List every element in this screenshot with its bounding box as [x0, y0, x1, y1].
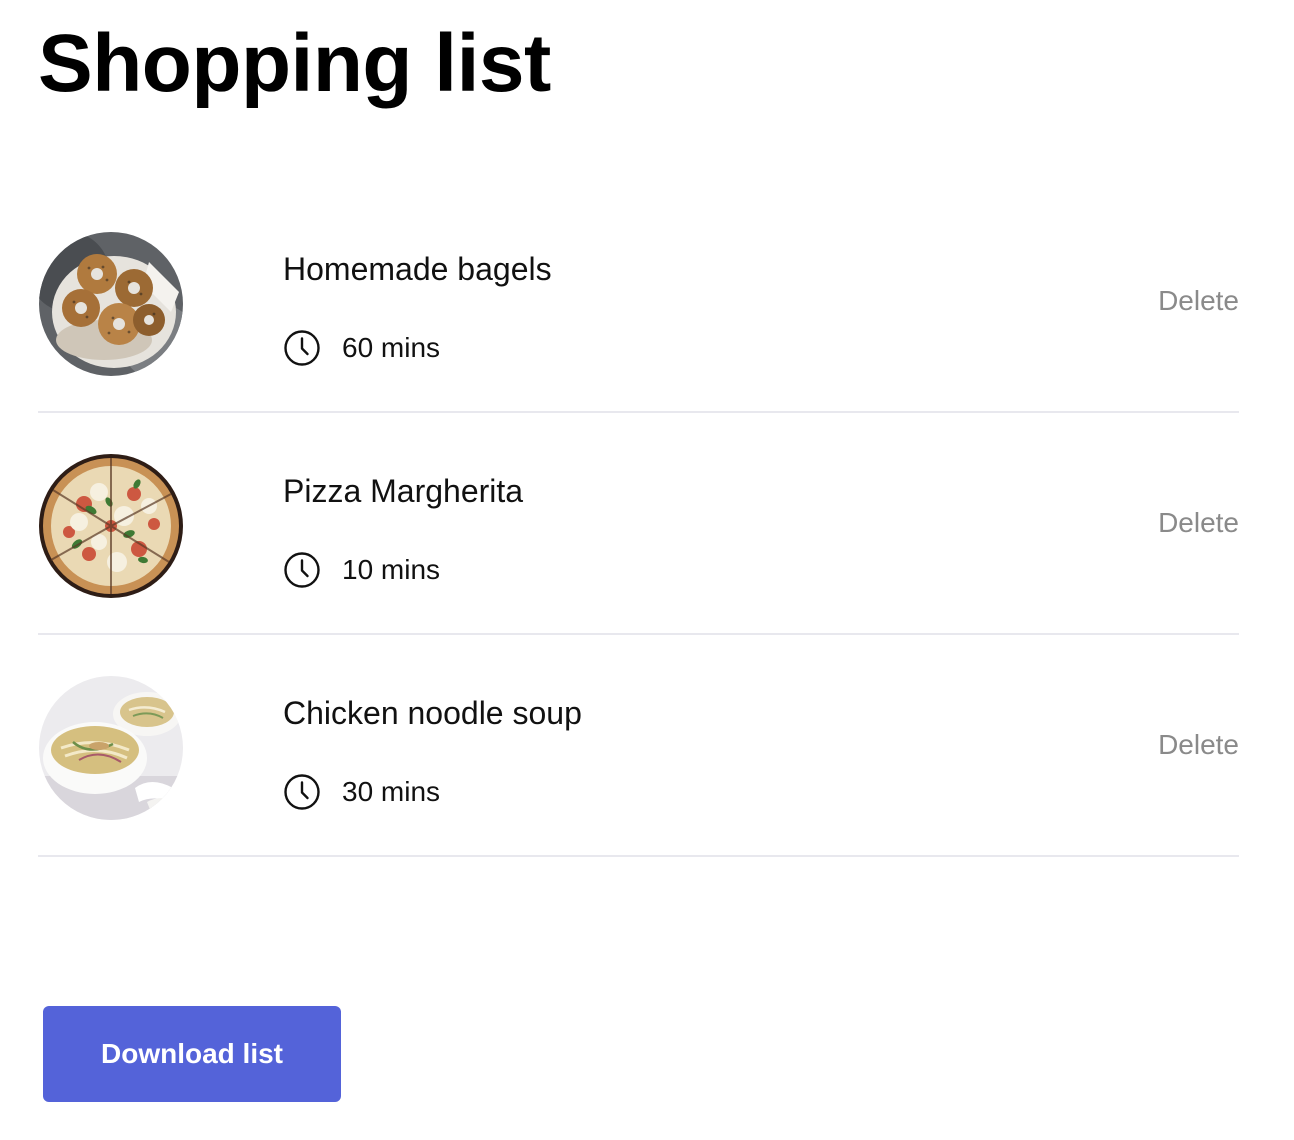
recipe-row: Homemade bagels 60 mins Delete	[38, 191, 1239, 413]
recipe-time: 60 mins	[283, 329, 440, 367]
recipe-row: Chicken noodle soup 30 mins Delete	[38, 635, 1239, 857]
recipe-thumbnail-pizza	[39, 454, 183, 598]
recipe-time-text: 10 mins	[342, 554, 441, 585]
download-list-button[interactable]: Download list	[43, 1006, 341, 1102]
delete-button[interactable]: Delete	[1158, 285, 1239, 317]
recipe-thumbnail-soup	[39, 676, 183, 820]
recipe-time-text: 30 mins	[342, 776, 441, 807]
delete-button[interactable]: Delete	[1158, 507, 1239, 539]
recipe-time-text: 60 mins	[342, 332, 441, 363]
recipe-time: 30 mins	[283, 773, 440, 811]
clock-icon	[283, 773, 321, 811]
recipe-name[interactable]: Pizza Margherita	[283, 471, 523, 511]
page-title: Shopping list	[38, 18, 551, 109]
recipe-thumbnail-bagels	[39, 232, 183, 376]
delete-button[interactable]: Delete	[1158, 729, 1239, 761]
clock-icon	[283, 329, 321, 367]
recipe-list: Homemade bagels 60 mins Delete Pizza Mar…	[38, 191, 1239, 857]
recipe-name[interactable]: Homemade bagels	[283, 249, 552, 289]
recipe-name[interactable]: Chicken noodle soup	[283, 693, 582, 733]
clock-icon	[283, 551, 321, 589]
recipe-time: 10 mins	[283, 551, 440, 589]
recipe-row: Pizza Margherita 10 mins Delete	[38, 413, 1239, 635]
